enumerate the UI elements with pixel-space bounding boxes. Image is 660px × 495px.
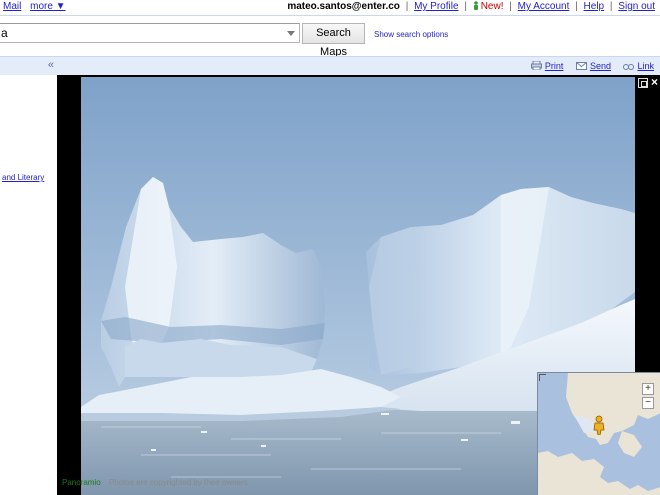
more-menu-link[interactable]: more ▼ [30, 1, 65, 12]
dropdown-arrow-icon[interactable] [287, 31, 295, 36]
separator: | [509, 1, 512, 12]
send-tool[interactable]: Send [575, 61, 614, 71]
collapse-panel-button[interactable]: « [48, 59, 54, 71]
results-panel: and Literary [0, 75, 57, 495]
divider [0, 15, 660, 16]
print-icon [530, 61, 542, 70]
separator: | [575, 1, 578, 12]
help-link[interactable]: Help [584, 1, 605, 12]
sign-out-link[interactable]: Sign out [618, 1, 655, 12]
top-left-links: Mail more ▼ [3, 1, 66, 12]
send-link[interactable]: Send [590, 61, 611, 71]
zoom-out-button[interactable]: − [642, 397, 654, 409]
result-snippet-link[interactable]: and Literary [2, 173, 44, 182]
print-link[interactable]: Print [545, 61, 564, 71]
user-email: mateo.santos@enter.co [287, 1, 400, 12]
show-search-options-link[interactable]: Show search options [374, 30, 448, 39]
photo-credit-text: Photos are copyrighted by their owners [108, 478, 248, 487]
new-badge[interactable]: New! [481, 1, 504, 12]
resize-icon[interactable] [539, 374, 546, 381]
my-account-link[interactable]: My Account [518, 1, 570, 12]
search-box[interactable] [0, 23, 300, 43]
send-icon [575, 62, 587, 70]
separator: | [609, 1, 613, 12]
account-links: mateo.santos@enter.co | My Profile | New… [287, 1, 655, 12]
zoom-in-button[interactable]: + [642, 383, 654, 395]
link-tool[interactable]: Link [623, 61, 654, 71]
close-button[interactable]: × [651, 75, 658, 89]
my-profile-link[interactable]: My Profile [414, 1, 458, 12]
left-panel-header: « [0, 56, 57, 76]
panoramio-logo[interactable]: Panoramio [62, 478, 101, 487]
link-icon [623, 64, 635, 70]
mail-link[interactable]: Mail [3, 1, 21, 12]
link-link[interactable]: Link [637, 61, 654, 71]
search-maps-button[interactable]: Search Maps [302, 23, 365, 58]
separator: | [405, 1, 409, 12]
mini-map[interactable]: + − [537, 372, 660, 495]
fullscreen-icon[interactable] [638, 78, 648, 88]
map-toolbar: Print Send Link [57, 56, 660, 76]
map-tools: Print Send Link [521, 61, 654, 71]
print-tool[interactable]: Print [530, 61, 566, 71]
search-input[interactable] [1, 26, 281, 40]
photo-attribution: Panoramio Photos are copyrighted by thei… [62, 478, 248, 487]
top-navigation-bar: Mail more ▼ mateo.santos@enter.co | My P… [0, 0, 660, 14]
person-icon [473, 1, 478, 10]
pegman-icon[interactable] [593, 415, 605, 435]
separator: | [464, 1, 467, 12]
